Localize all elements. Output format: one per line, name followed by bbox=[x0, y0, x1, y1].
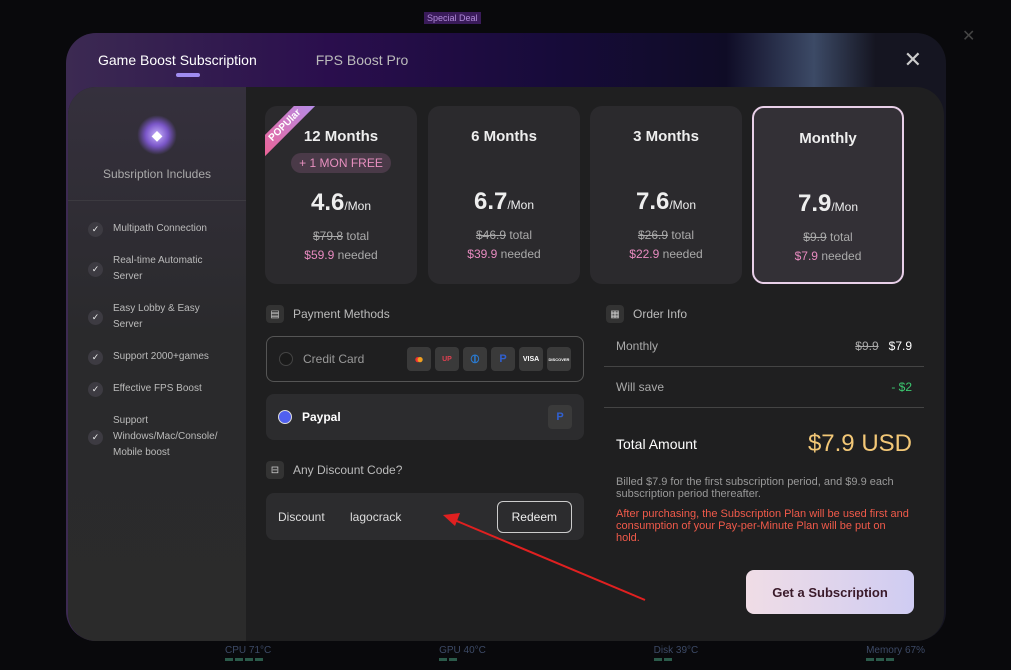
total-amount: $7.9 USD bbox=[807, 430, 912, 457]
redeem-button[interactable]: Redeem bbox=[496, 500, 572, 533]
order-save-row: Will save - $2 bbox=[604, 367, 924, 408]
order-info-heading: ▦ Order Info bbox=[606, 305, 926, 323]
feature-item: ✓ Easy Lobby & Easy Server bbox=[88, 301, 246, 333]
document-icon: ▦ bbox=[606, 305, 624, 323]
tab-game-boost-subscription[interactable]: Game Boost Subscription bbox=[98, 52, 257, 77]
feature-item: ✓ Real-time Automatic Server bbox=[88, 253, 246, 285]
paypal-icon: P bbox=[491, 347, 515, 371]
feature-item: ✓ Multipath Connection bbox=[88, 221, 246, 237]
get-subscription-button[interactable]: Get a Subscription bbox=[746, 570, 914, 614]
diners-club-icon: ⦶ bbox=[463, 347, 487, 371]
feature-item: ✓ Support 2000+games bbox=[88, 349, 246, 365]
feature-item: ✓ Effective FPS Boost bbox=[88, 381, 246, 397]
payment-methods-heading: ▤ Payment Methods bbox=[266, 305, 390, 323]
app-close-icon[interactable]: ✕ bbox=[962, 26, 975, 46]
gpu-status: GPU 40°C bbox=[439, 645, 486, 670]
plan-card[interactable]: POPUlar 12 Months + 1 MON FREE 4.6/Mon $79.8… bbox=[265, 106, 417, 284]
features-sidebar: ◆ Subsription Includes ✓ Multipath Connec… bbox=[68, 87, 246, 641]
check-icon: ✓ bbox=[88, 349, 103, 365]
check-icon: ✓ bbox=[88, 381, 103, 397]
paypal-radio[interactable] bbox=[278, 410, 292, 424]
cpu-status: CPU 71°C bbox=[225, 645, 271, 670]
special-deal-badge[interactable]: Special Deal bbox=[424, 12, 481, 24]
check-icon: ✓ bbox=[88, 221, 103, 237]
discount-heading: ⊟ Any Discount Code? bbox=[266, 461, 402, 479]
paypal-icon: P bbox=[548, 405, 572, 429]
feature-item: ✓ Support Windows/Mac/Console/ Mobile boo… bbox=[88, 413, 246, 461]
plan-card[interactable]: Monthly 7.9/Mon $9.9 total $7.9 needed bbox=[752, 106, 904, 284]
wallet-icon: ▤ bbox=[266, 305, 284, 323]
credit-card-radio[interactable] bbox=[279, 352, 293, 366]
credit-card-option[interactable]: Credit Card ● ● UP ⦶ P VISA DISCOVER bbox=[266, 336, 584, 382]
diamond-icon: ◆ bbox=[137, 115, 177, 155]
memory-status: Memory 67% bbox=[866, 645, 925, 670]
unionpay-icon: UP bbox=[435, 347, 459, 371]
discover-icon: DISCOVER bbox=[547, 347, 571, 371]
plan-card[interactable]: 6 Months 6.7/Mon $46.9 total $39.9 needed bbox=[428, 106, 580, 284]
ticket-icon: ⊟ bbox=[266, 461, 284, 479]
paypal-option[interactable]: Paypal P bbox=[266, 394, 584, 440]
subscription-modal: Game Boost Subscription FPS Boost Pro ✕ … bbox=[66, 33, 946, 641]
status-bar: CPU 71°C GPU 40°C Disk 39°C Memory 67% bbox=[195, 645, 955, 670]
close-icon[interactable]: ✕ bbox=[904, 47, 922, 73]
check-icon: ✓ bbox=[88, 429, 103, 445]
discount-code-input[interactable]: lagocrack bbox=[350, 510, 401, 524]
check-icon: ✓ bbox=[88, 309, 103, 325]
visa-icon: VISA bbox=[519, 347, 543, 371]
check-icon: ✓ bbox=[88, 261, 103, 277]
plan-card[interactable]: 3 Months 7.6/Mon $26.9 total $22.9 needed bbox=[590, 106, 742, 284]
tab-fps-boost-pro[interactable]: FPS Boost Pro bbox=[316, 52, 409, 68]
disk-status: Disk 39°C bbox=[653, 645, 698, 670]
mastercard-icon: ● ● bbox=[407, 347, 431, 371]
discount-row: Discount lagocrack Redeem bbox=[266, 493, 584, 540]
sidebar-title: Subsription Includes bbox=[68, 167, 246, 201]
bonus-badge: + 1 MON FREE bbox=[291, 153, 391, 173]
order-plan-row: Monthly $9.9 $7.9 bbox=[604, 326, 924, 367]
order-info: ▦ Order Info Monthly $9.9 $7.9 Will save - $… bbox=[604, 87, 924, 544]
